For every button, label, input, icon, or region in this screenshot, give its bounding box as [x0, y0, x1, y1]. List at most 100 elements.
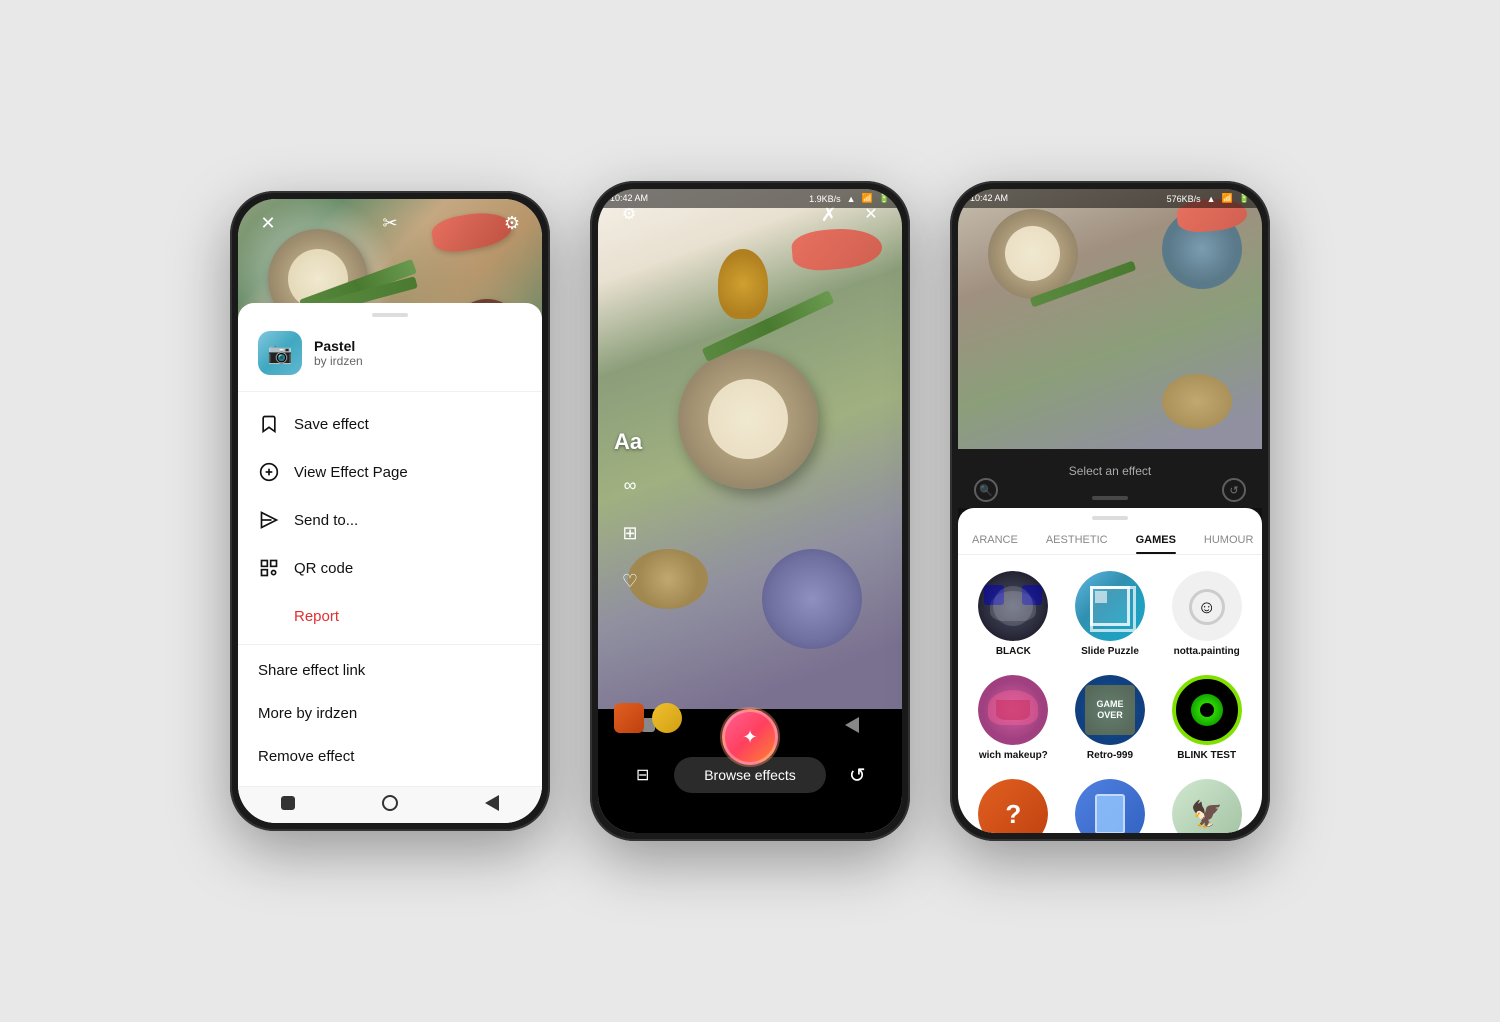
effect-thumb-blink [1172, 675, 1242, 745]
send-to-item[interactable]: Send to... [238, 496, 542, 544]
status-speed-2: 1.9KB/s [809, 194, 841, 204]
status-icons-3: 576KB/s ▲ 📶 🔋 [1167, 193, 1250, 204]
bottom-sheet: Pastel by irdzen Save effect [238, 303, 542, 823]
capture-button[interactable] [722, 709, 778, 765]
tab-games[interactable]: GAMES [1122, 526, 1190, 554]
p2-gallery-icon[interactable]: ⊟ [625, 757, 661, 793]
tab-humour[interactable]: HUMOUR [1190, 526, 1262, 554]
more-by-item[interactable]: More by irdzen [238, 692, 542, 735]
p2-grid-icon[interactable]: ⊞ [614, 517, 646, 549]
select-effect-label: Select an effect [1069, 464, 1152, 478]
color-dot-yellow[interactable] [652, 703, 682, 733]
effects-panel: ARANCE AESTHETIC GAMES HUMOUR SPECIAL E [958, 508, 1262, 833]
effect-cell-bird[interactable]: 🦅 [1159, 771, 1254, 833]
phone-2-screen: 10:42 AM 1.9KB/s ▲ 📶 🔋 [598, 189, 902, 833]
qr-icon [258, 557, 280, 579]
menu-divider-1 [238, 644, 542, 645]
p2-yellow-bottle [718, 249, 768, 319]
status-signal-2: ▲ [847, 194, 856, 204]
p2-side-icons: ∞ ⊞ ♡ [614, 469, 646, 597]
share-effect-link-item[interactable]: Share effect link [238, 649, 542, 692]
p2-bowl-purple [762, 549, 862, 649]
status-wifi-3: 📶 [1222, 193, 1233, 204]
effect-cell-retro[interactable]: GAMEOVER Retro-999 [1063, 667, 1158, 769]
nav-square [281, 796, 295, 810]
p3-nuts [1162, 374, 1232, 429]
plus-circle-icon [258, 461, 280, 483]
sheet-handle [372, 313, 408, 317]
p2-color-icons [614, 703, 682, 733]
remove-effect-item[interactable]: Remove effect [238, 735, 542, 778]
effect-name-blink: BLINK TEST [1177, 750, 1236, 761]
p3-search-icon[interactable]: 🔍 [974, 478, 998, 502]
effect-cell-slide[interactable]: Slide Puzzle [1063, 563, 1158, 665]
phone-1: ✕ ✂ ⚙ Pastel by irdzen [230, 191, 550, 831]
phone-3-select: Select an effect 🔍 ↺ [958, 449, 1262, 508]
color-dot-orange[interactable] [614, 703, 644, 733]
status-speed-3: 576KB/s [1167, 194, 1201, 204]
phone-3-screen: 10:42 AM 576KB/s ▲ 📶 🔋 [958, 189, 1262, 833]
nav-circle [382, 795, 398, 811]
nav-back [485, 795, 499, 811]
qr-code-label: QR code [294, 560, 353, 577]
scissors-icon[interactable]: ✂ [376, 209, 404, 237]
status-time-2: 10:42 AM [610, 193, 648, 204]
effect-cell-black[interactable]: BLACK [966, 563, 1061, 665]
tab-arance[interactable]: ARANCE [958, 526, 1032, 554]
p2-infinity-icon[interactable]: ∞ [614, 469, 646, 501]
status-icons-2: 1.9KB/s ▲ 📶 🔋 [809, 193, 890, 204]
close-icon[interactable]: ✕ [254, 209, 282, 237]
capture-btn-area [722, 709, 778, 765]
phone-3: 10:42 AM 576KB/s ▲ 📶 🔋 [950, 181, 1270, 841]
effect-thumb-notta: ☺ [1172, 571, 1242, 641]
effects-tabs: ARANCE AESTHETIC GAMES HUMOUR SPECIAL E [958, 520, 1262, 555]
effect-name: Pastel [314, 338, 363, 354]
effect-info: Pastel by irdzen [238, 331, 542, 392]
status-battery-2: 🔋 [879, 193, 890, 204]
effects-grid: BLACK Slide Puzzle [958, 555, 1262, 833]
phone-1-inner: ✕ ✂ ⚙ Pastel by irdzen [238, 199, 542, 823]
effect-name-wich: wich makeup? [979, 750, 1048, 761]
p2-flip-icon[interactable]: ↺ [839, 757, 875, 793]
effect-cell-q[interactable]: ? [966, 771, 1061, 833]
effect-avatar [258, 331, 302, 375]
effect-cell-wich[interactable]: wich makeup? [966, 667, 1061, 769]
p3-refresh-icon[interactable]: ↺ [1222, 478, 1246, 502]
status-wifi-2: 📶 [862, 193, 873, 204]
tab-aesthetic[interactable]: AESTHETIC [1032, 526, 1122, 554]
effect-name-notta: notta.painting [1174, 646, 1240, 657]
phone-1-header: ✕ ✂ ⚙ [238, 209, 542, 237]
view-effect-label: View Effect Page [294, 464, 408, 481]
phone-3-food [958, 189, 1262, 449]
effect-thumb-q: ? [978, 779, 1048, 833]
send-to-label: Send to... [294, 512, 358, 529]
p2-heart-icon[interactable]: ♡ [614, 565, 646, 597]
p2-salmon [790, 225, 883, 273]
send-icon [258, 509, 280, 531]
report-item[interactable]: Report [238, 592, 542, 640]
qr-code-item[interactable]: QR code [238, 544, 542, 592]
status-time-3: 10:42 AM [970, 193, 1008, 204]
status-signal-3: ▲ [1207, 194, 1216, 204]
phone-3-inner: 10:42 AM 576KB/s ▲ 📶 🔋 [958, 189, 1262, 833]
effect-cell-notta[interactable]: ☺ notta.painting [1159, 563, 1254, 665]
phone-2-inner: 10:42 AM 1.9KB/s ▲ 📶 🔋 [598, 189, 902, 833]
effect-thumb-wich [978, 675, 1048, 745]
effect-cell-tablet[interactable] [1063, 771, 1158, 833]
p2-bowl-big [678, 349, 818, 489]
nav-bar-1 [238, 786, 542, 823]
effect-cell-blink[interactable]: BLINK TEST [1159, 667, 1254, 769]
report-icon [258, 605, 280, 627]
effect-thumb-black [978, 571, 1048, 641]
effect-thumb-slide [1075, 571, 1145, 641]
nav-back-2 [845, 717, 859, 733]
effect-thumb-retro: GAMEOVER [1075, 675, 1145, 745]
effect-thumb-tablet [1075, 779, 1145, 833]
settings-icon[interactable]: ⚙ [498, 209, 526, 237]
p2-text-aa[interactable]: Aa [614, 429, 642, 455]
effect-name-retro: Retro-999 [1087, 750, 1133, 761]
view-effect-item[interactable]: View Effect Page [238, 448, 542, 496]
effect-details: Pastel by irdzen [314, 338, 363, 368]
effect-name-slide: Slide Puzzle [1081, 646, 1139, 657]
save-effect-item[interactable]: Save effect [238, 400, 542, 448]
